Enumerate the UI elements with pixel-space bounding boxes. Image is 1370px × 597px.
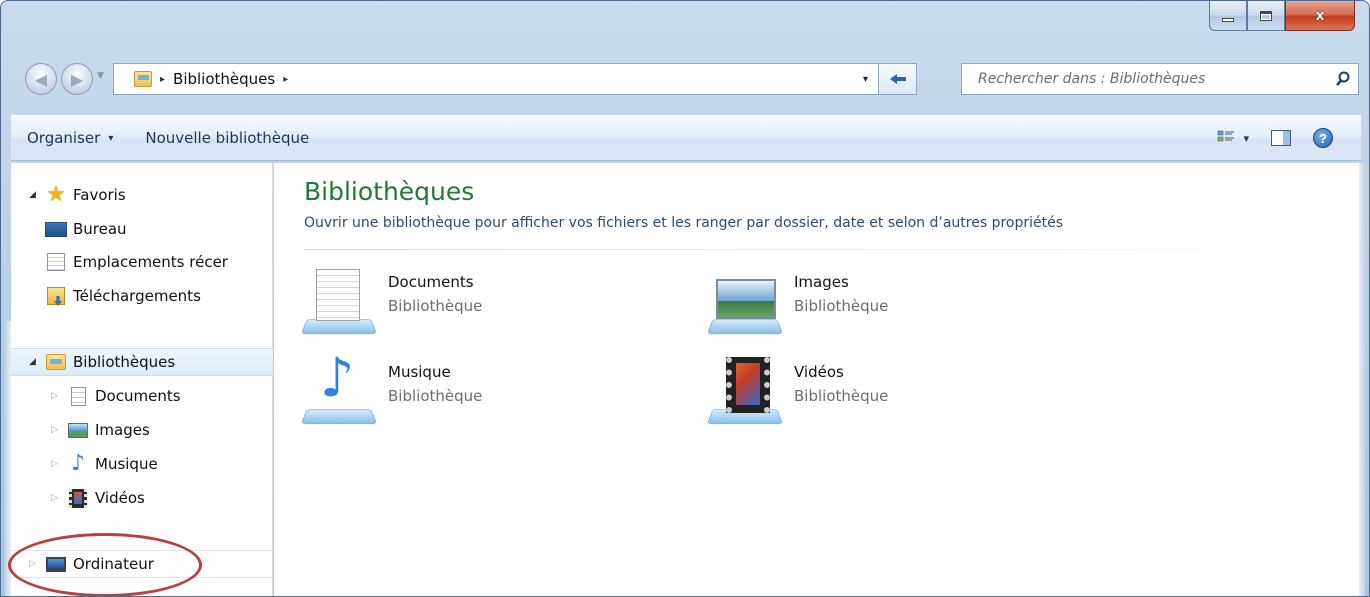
nav-computer[interactable]: ▷ Ordinateur bbox=[11, 550, 273, 578]
left-border-scrollbar bbox=[5, 321, 11, 596]
desktop-icon bbox=[45, 221, 67, 237]
caption-buttons: x bbox=[1209, 1, 1355, 35]
library-name: Musique bbox=[388, 363, 451, 381]
expand-closed-icon[interactable]: ▷ bbox=[51, 391, 63, 401]
search-icon[interactable] bbox=[1328, 71, 1358, 87]
libraries-folder-icon bbox=[134, 71, 152, 87]
nav-item-label: Vidéos bbox=[95, 489, 145, 507]
nav-libraries-label: Bibliothèques bbox=[73, 353, 176, 371]
nav-libraries[interactable]: ◢ Bibliothèques bbox=[11, 348, 273, 376]
expand-open-icon[interactable]: ◢ bbox=[29, 190, 41, 200]
library-name: Images bbox=[794, 273, 849, 291]
command-bar: Organiser ▾ Nouvelle bibliothèque ▾ ? bbox=[11, 115, 1361, 161]
forward-button[interactable]: ▶ bbox=[61, 63, 93, 95]
breadcrumb-libraries[interactable]: Bibliothèques bbox=[173, 70, 275, 88]
help-button[interactable]: ? bbox=[1313, 128, 1333, 148]
star-icon: ★ bbox=[46, 182, 66, 207]
change-view-button[interactable]: ▾ bbox=[1217, 130, 1249, 146]
new-library-label: Nouvelle bibliothèque bbox=[145, 129, 310, 147]
nav-item-downloads[interactable]: Téléchargements bbox=[11, 282, 273, 310]
nav-item-bureau[interactable]: Bureau bbox=[11, 215, 273, 243]
recent-places-icon bbox=[47, 253, 65, 271]
back-button[interactable]: ◀ bbox=[25, 63, 57, 95]
address-history-dropdown[interactable]: ▾ bbox=[863, 74, 868, 85]
nav-library-documents[interactable]: ▷ Documents bbox=[11, 382, 273, 410]
minimize-icon bbox=[1222, 17, 1234, 22]
nav-computer-label: Ordinateur bbox=[73, 555, 154, 573]
address-bar[interactable]: ▸ Bibliothèques ▸ ▾ bbox=[113, 63, 879, 95]
nav-library-videos[interactable]: ▷ Vidéos bbox=[11, 484, 273, 512]
nav-item-label: Bureau bbox=[73, 220, 127, 238]
right-border-scrollbar bbox=[1359, 163, 1365, 596]
chevron-down-icon: ▼ bbox=[97, 71, 104, 81]
chevron-down-icon: ▾ bbox=[108, 132, 114, 144]
videos-library-icon bbox=[706, 357, 784, 427]
close-button[interactable]: x bbox=[1285, 1, 1355, 31]
library-type: Bibliothèque bbox=[794, 387, 889, 405]
content-pane: Bibliothèques Ouvrir une bibliothèque po… bbox=[274, 163, 1361, 596]
search-box bbox=[961, 63, 1359, 95]
computer-icon bbox=[46, 556, 66, 572]
library-tile-documents[interactable]: Documents Bibliothèque bbox=[300, 263, 642, 341]
library-type: Bibliothèque bbox=[388, 297, 483, 315]
library-type: Bibliothèque bbox=[794, 297, 889, 315]
maximize-button[interactable] bbox=[1247, 1, 1285, 31]
breadcrumb-separator-icon[interactable]: ▸ bbox=[283, 74, 288, 85]
views-icon bbox=[1218, 130, 1235, 142]
page-title: Bibliothèques bbox=[304, 177, 475, 206]
expand-closed-icon[interactable]: ▷ bbox=[51, 425, 63, 435]
library-name: Documents bbox=[388, 273, 474, 291]
chevron-down-icon: ▾ bbox=[1243, 131, 1249, 145]
refresh-button[interactable] bbox=[879, 63, 917, 95]
nav-favorites[interactable]: ◢ ★ Favoris bbox=[11, 181, 273, 209]
recent-pages-button[interactable]: ▼ bbox=[97, 71, 104, 81]
libraries-folder-icon bbox=[46, 354, 66, 370]
document-icon bbox=[70, 386, 86, 406]
refresh-icon bbox=[889, 74, 906, 84]
view-controls: ▾ ? bbox=[1217, 128, 1333, 148]
pictures-icon bbox=[68, 422, 88, 438]
organize-label: Organiser bbox=[27, 129, 101, 147]
organize-menu-button[interactable]: Organiser ▾ bbox=[11, 129, 129, 147]
nav-library-music[interactable]: ▷ ♪ Musique bbox=[11, 450, 273, 478]
downloads-icon bbox=[47, 287, 65, 305]
pictures-library-icon bbox=[706, 267, 784, 337]
nav-item-label: Musique bbox=[95, 455, 158, 473]
close-icon: x bbox=[1315, 7, 1325, 24]
nav-item-label: Emplacements récer bbox=[73, 253, 228, 271]
documents-library-icon bbox=[300, 267, 378, 337]
video-icon bbox=[69, 488, 87, 508]
maximize-icon bbox=[1260, 10, 1272, 21]
minimize-button[interactable] bbox=[1209, 1, 1247, 31]
expand-closed-icon[interactable]: ▷ bbox=[51, 459, 63, 469]
library-tile-videos[interactable]: Vidéos Bibliothèque bbox=[706, 353, 1048, 431]
nav-library-images[interactable]: ▷ Images bbox=[11, 416, 273, 444]
expand-closed-icon[interactable]: ▷ bbox=[29, 559, 41, 569]
divider bbox=[304, 249, 1334, 250]
nav-item-label: Images bbox=[95, 421, 150, 439]
explorer-window: x ◀ ▶ ▼ ▸ Bibliothèques ▸ ▾ Rechercher d… bbox=[0, 0, 1370, 597]
arrow-left-icon: ◀ bbox=[34, 69, 48, 89]
library-tile-images[interactable]: Images Bibliothèque bbox=[706, 263, 1048, 341]
preview-pane-button[interactable] bbox=[1271, 130, 1291, 146]
nav-item-label: Documents bbox=[95, 387, 181, 405]
search-input[interactable] bbox=[962, 71, 1328, 87]
navigation-bar: ◀ ▶ ▼ ▸ Bibliothèques ▸ ▾ bbox=[21, 59, 1361, 97]
library-type: Bibliothèque bbox=[388, 387, 483, 405]
arrow-right-icon: ▶ bbox=[70, 69, 84, 89]
expand-open-icon[interactable]: ◢ bbox=[29, 357, 41, 367]
nav-item-label: Téléchargements bbox=[73, 287, 201, 305]
music-library-icon: ♪ bbox=[300, 351, 378, 427]
expand-closed-icon[interactable]: ▷ bbox=[51, 493, 63, 503]
library-tile-music[interactable]: ♪ Musique Bibliothèque bbox=[300, 351, 642, 431]
breadcrumb-separator-icon[interactable]: ▸ bbox=[160, 74, 165, 85]
page-description: Ouvrir une bibliothèque pour afficher vo… bbox=[304, 215, 1064, 231]
library-name: Vidéos bbox=[794, 363, 844, 381]
navigation-pane: ◢ ★ Favoris Bureau Emplacements récer Té… bbox=[11, 163, 273, 596]
nav-item-recent-places[interactable]: Emplacements récer bbox=[11, 248, 273, 276]
music-icon: ♪ bbox=[70, 451, 86, 476]
new-library-button[interactable]: Nouvelle bibliothèque bbox=[129, 129, 325, 147]
nav-favorites-label: Favoris bbox=[73, 186, 126, 204]
